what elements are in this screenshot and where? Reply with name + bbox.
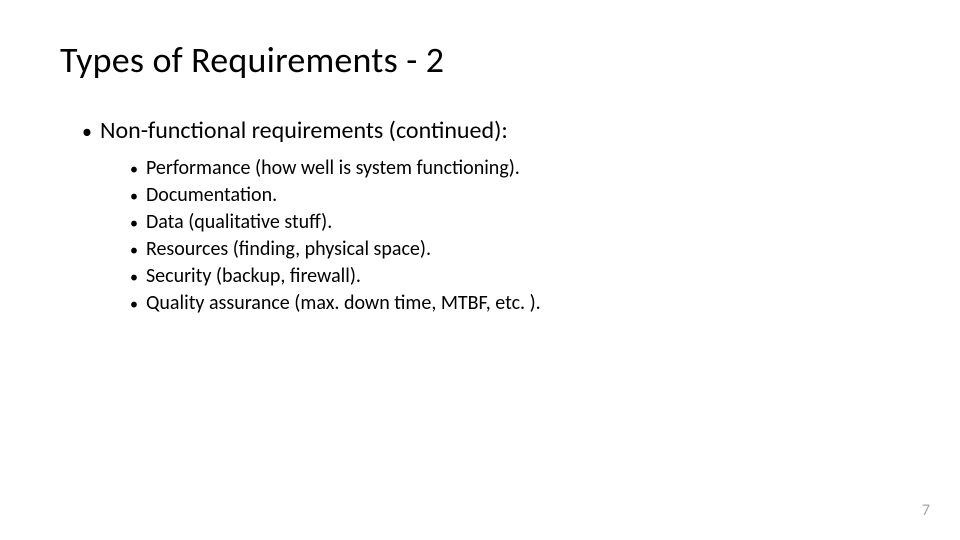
list-item-text: Quality assurance (max. down time, MTBF,…	[146, 290, 541, 317]
list-item: • Documentation.	[130, 182, 900, 209]
bullet-dot: •	[130, 297, 138, 313]
list-item: • Quality assurance (max. down time, MTB…	[130, 290, 900, 317]
bullet-level-1: • Non-functional requirements (continued…	[82, 116, 900, 145]
bullet-dot: •	[130, 189, 138, 205]
list-item-text: Resources (finding, physical space).	[146, 236, 431, 263]
list-item: • Performance (how well is system functi…	[130, 155, 900, 182]
list-item-text: Security (backup, firewall).	[146, 263, 361, 290]
list-item-text: Data (qualitative stuff).	[146, 209, 332, 236]
bullet-level-1-text: Non-functional requirements (continued):	[100, 116, 508, 145]
slide-content: Types of Requirements - 2 • Non-function…	[0, 0, 960, 317]
page-number: 7	[922, 501, 930, 520]
list-item: • Security (backup, firewall).	[130, 263, 900, 290]
list-item-text: Documentation.	[146, 182, 277, 209]
slide-title: Types of Requirements - 2	[60, 38, 900, 82]
bullet-dot: •	[130, 270, 138, 286]
list-item-text: Performance (how well is system function…	[146, 155, 520, 182]
bullet-dot: •	[130, 162, 138, 178]
list-item: • Resources (finding, physical space).	[130, 236, 900, 263]
bullet-dot: •	[82, 122, 92, 142]
list-item: • Data (qualitative stuff).	[130, 209, 900, 236]
bullet-level-2-list: • Performance (how well is system functi…	[130, 155, 900, 317]
bullet-dot: •	[130, 243, 138, 259]
bullet-dot: •	[130, 216, 138, 232]
